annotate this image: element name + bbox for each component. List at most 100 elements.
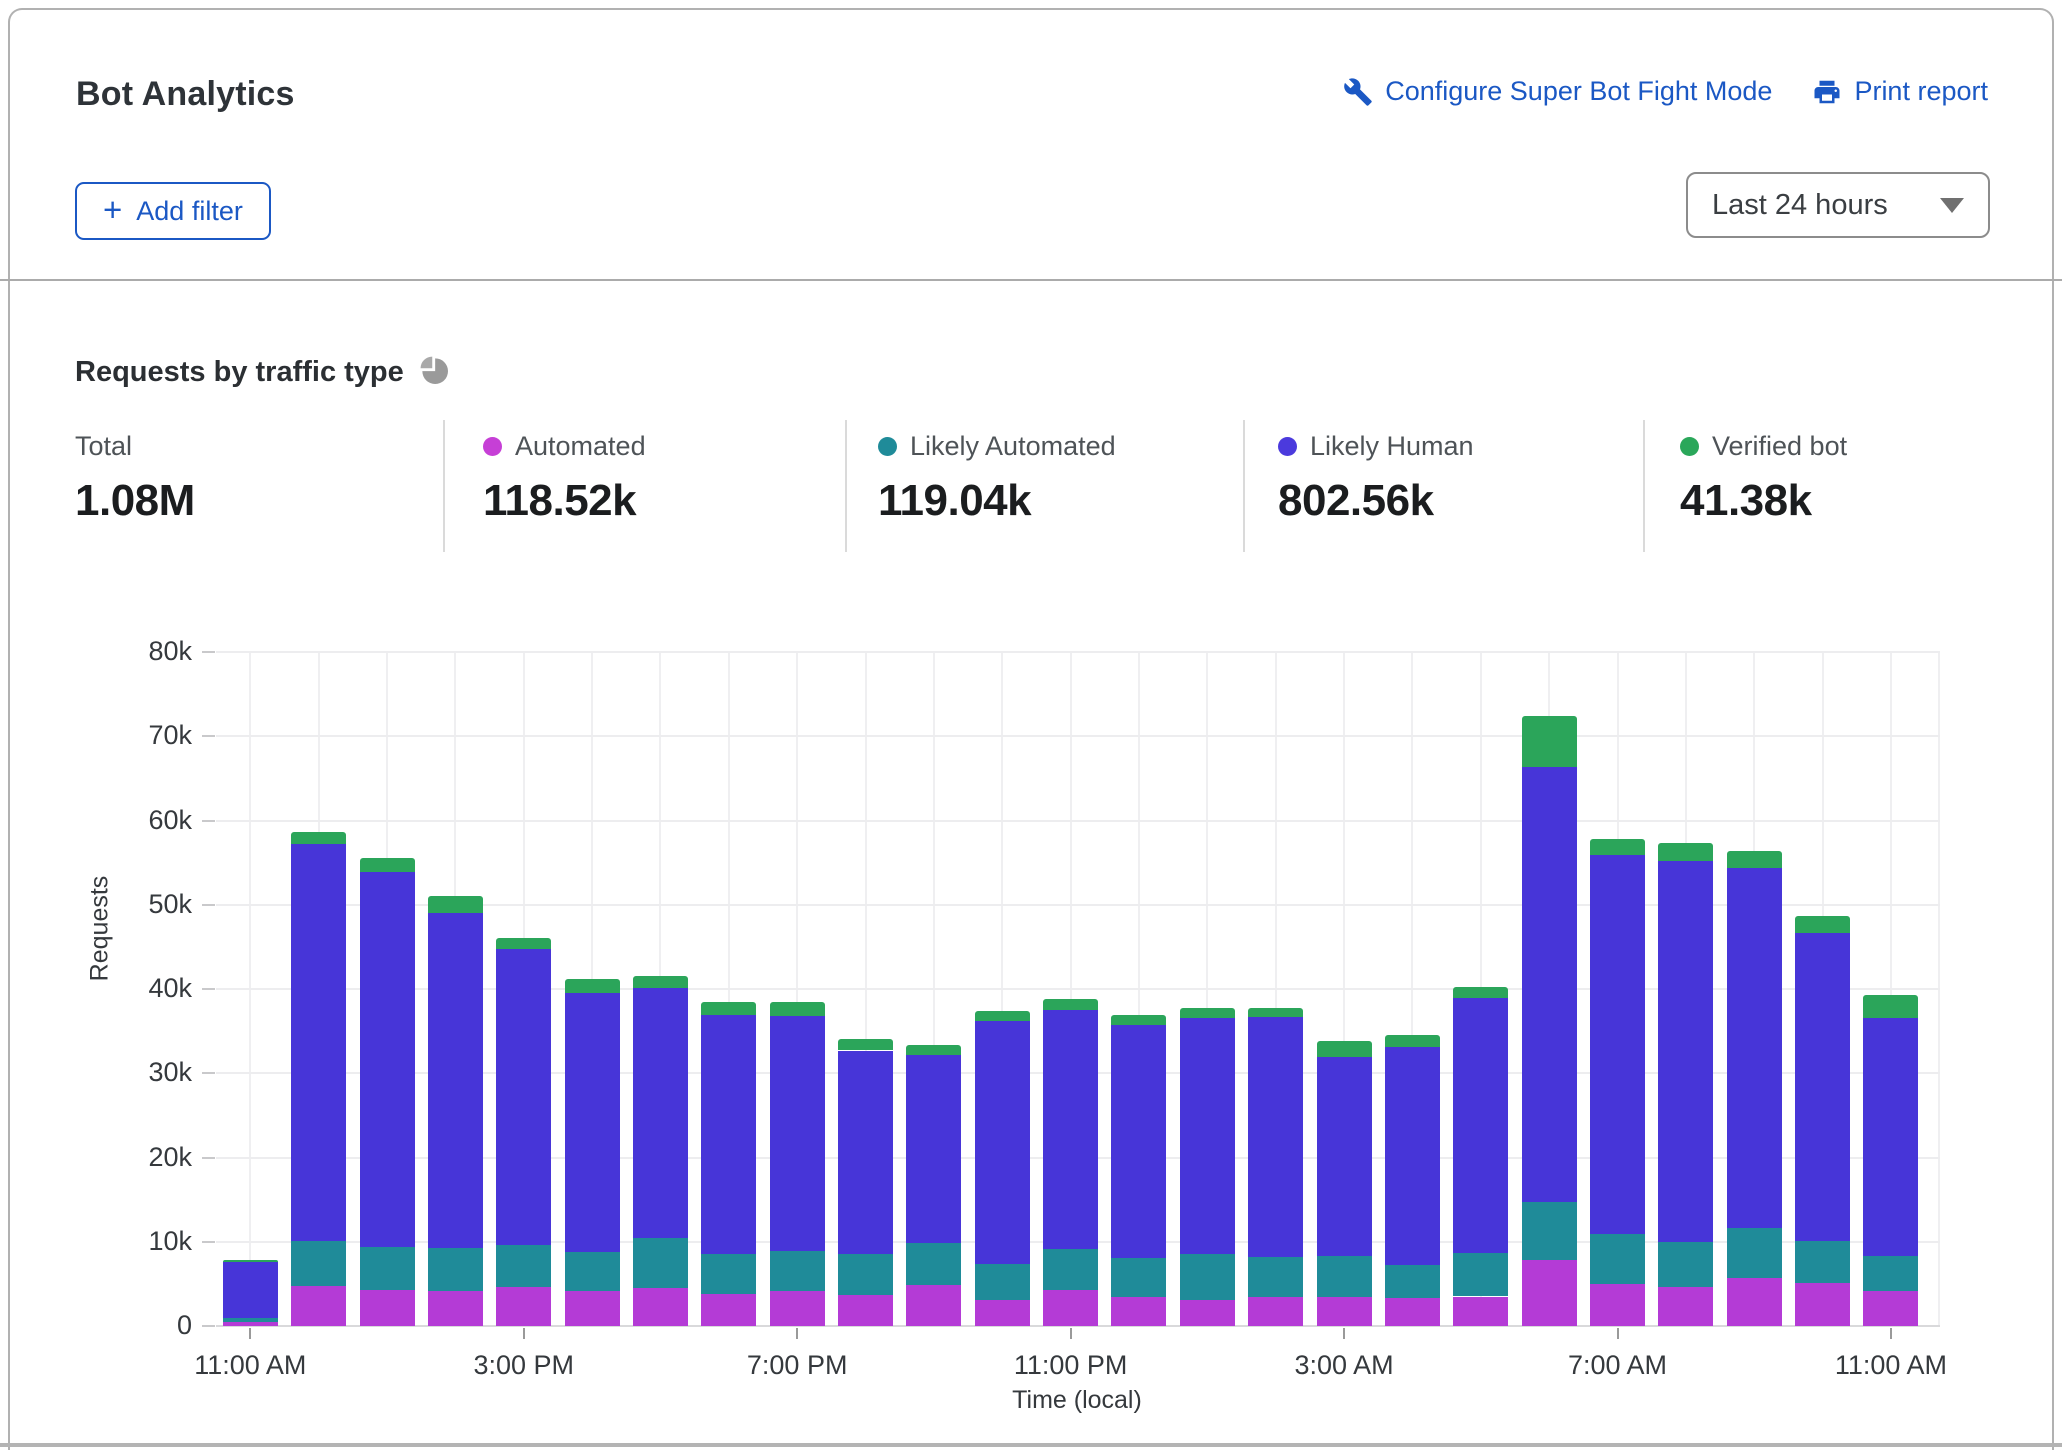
bar-segment-automated[interactable] xyxy=(1111,1297,1166,1326)
bar-segment-automated[interactable] xyxy=(565,1291,620,1326)
bar-segment-automated[interactable] xyxy=(1522,1260,1577,1326)
bar-segment-automated[interactable] xyxy=(1658,1287,1713,1326)
bar-segment-likely-human[interactable] xyxy=(770,1016,825,1251)
bar-segment-likely-human[interactable] xyxy=(223,1262,278,1318)
bar-segment-verified-bot[interactable] xyxy=(1863,995,1918,1018)
bar-segment-verified-bot[interactable] xyxy=(633,976,688,989)
bar-segment-automated[interactable] xyxy=(1248,1297,1303,1326)
bar-segment-likely-human[interactable] xyxy=(496,949,551,1245)
bar-segment-likely-automated[interactable] xyxy=(1590,1234,1645,1284)
bar-segment-likely-human[interactable] xyxy=(1658,861,1713,1242)
bar-segment-likely-human[interactable] xyxy=(1317,1057,1372,1256)
bar-segment-likely-human[interactable] xyxy=(633,988,688,1237)
bar-segment-verified-bot[interactable] xyxy=(496,938,551,950)
bar-segment-verified-bot[interactable] xyxy=(838,1039,893,1051)
bar-segment-likely-human[interactable] xyxy=(1180,1018,1235,1254)
bar-segment-verified-bot[interactable] xyxy=(1727,851,1782,868)
bar-segment-likely-automated[interactable] xyxy=(565,1252,620,1292)
bar-segment-likely-human[interactable] xyxy=(1043,1010,1098,1249)
bar-segment-likely-automated[interactable] xyxy=(1658,1242,1713,1287)
bar-segment-automated[interactable] xyxy=(1795,1283,1850,1326)
bar-segment-automated[interactable] xyxy=(1863,1291,1918,1326)
bar-segment-automated[interactable] xyxy=(770,1291,825,1326)
bar-segment-verified-bot[interactable] xyxy=(1043,999,1098,1010)
bar-segment-automated[interactable] xyxy=(906,1285,961,1326)
bar-segment-likely-automated[interactable] xyxy=(633,1238,688,1289)
bar-segment-likely-automated[interactable] xyxy=(1248,1257,1303,1297)
bar-segment-automated[interactable] xyxy=(838,1295,893,1326)
bar-segment-verified-bot[interactable] xyxy=(291,832,346,844)
bar-segment-automated[interactable] xyxy=(633,1288,688,1326)
bar-segment-verified-bot[interactable] xyxy=(1522,716,1577,767)
bar-segment-automated[interactable] xyxy=(496,1287,551,1326)
requests-chart[interactable]: 010k20k30k40k50k60k70k80k11:00 AM3:00 PM… xyxy=(0,0,2062,1450)
bar-segment-likely-human[interactable] xyxy=(1863,1018,1918,1256)
bar-segment-likely-automated[interactable] xyxy=(1317,1256,1372,1297)
bar-segment-verified-bot[interactable] xyxy=(428,896,483,913)
bar-segment-automated[interactable] xyxy=(428,1291,483,1326)
bar-segment-likely-automated[interactable] xyxy=(1180,1254,1235,1300)
bar-segment-verified-bot[interactable] xyxy=(1453,987,1508,998)
bar-segment-verified-bot[interactable] xyxy=(223,1260,278,1262)
bar-segment-verified-bot[interactable] xyxy=(770,1002,825,1016)
bar-segment-likely-automated[interactable] xyxy=(1522,1202,1577,1260)
bar-segment-likely-human[interactable] xyxy=(1590,855,1645,1234)
bar-segment-likely-automated[interactable] xyxy=(1111,1258,1166,1298)
bar-segment-likely-human[interactable] xyxy=(291,844,346,1241)
bar-segment-likely-human[interactable] xyxy=(906,1055,961,1243)
bar-segment-likely-automated[interactable] xyxy=(291,1241,346,1286)
bar-segment-likely-automated[interactable] xyxy=(1385,1265,1440,1298)
bar-segment-automated[interactable] xyxy=(1385,1298,1440,1326)
bar-segment-verified-bot[interactable] xyxy=(1180,1008,1235,1018)
bar-segment-automated[interactable] xyxy=(1590,1284,1645,1326)
bar-segment-likely-automated[interactable] xyxy=(701,1254,756,1294)
bar-segment-likely-automated[interactable] xyxy=(1727,1228,1782,1278)
bar-segment-likely-human[interactable] xyxy=(1248,1017,1303,1257)
bar-segment-verified-bot[interactable] xyxy=(1385,1035,1440,1047)
bar-segment-likely-automated[interactable] xyxy=(360,1247,415,1290)
bar-segment-likely-human[interactable] xyxy=(565,993,620,1252)
bar-segment-likely-automated[interactable] xyxy=(838,1254,893,1295)
bar-segment-verified-bot[interactable] xyxy=(360,858,415,872)
bar-segment-verified-bot[interactable] xyxy=(1111,1015,1166,1025)
bar-segment-verified-bot[interactable] xyxy=(1248,1008,1303,1017)
bar-segment-likely-human[interactable] xyxy=(428,913,483,1248)
bar-segment-likely-human[interactable] xyxy=(701,1015,756,1254)
bar-segment-likely-automated[interactable] xyxy=(906,1243,961,1285)
bar-segment-likely-automated[interactable] xyxy=(1863,1256,1918,1291)
bar-segment-verified-bot[interactable] xyxy=(701,1002,756,1015)
bar-segment-likely-human[interactable] xyxy=(1795,933,1850,1241)
bar-segment-likely-automated[interactable] xyxy=(975,1264,1030,1300)
bar-segment-likely-human[interactable] xyxy=(1453,998,1508,1252)
bar-segment-verified-bot[interactable] xyxy=(565,979,620,993)
bar-segment-likely-automated[interactable] xyxy=(428,1248,483,1290)
bar-segment-automated[interactable] xyxy=(1317,1297,1372,1326)
bar-segment-automated[interactable] xyxy=(1180,1300,1235,1326)
bar-segment-likely-automated[interactable] xyxy=(770,1251,825,1291)
bar-segment-likely-human[interactable] xyxy=(975,1021,1030,1264)
bar-segment-likely-human[interactable] xyxy=(1727,868,1782,1229)
bar-segment-verified-bot[interactable] xyxy=(906,1045,961,1054)
bar-segment-verified-bot[interactable] xyxy=(1590,839,1645,855)
bar-segment-automated[interactable] xyxy=(701,1294,756,1326)
bar-segment-verified-bot[interactable] xyxy=(1658,843,1713,861)
bar-segment-likely-human[interactable] xyxy=(360,872,415,1247)
bar-segment-automated[interactable] xyxy=(223,1322,278,1326)
bar-segment-automated[interactable] xyxy=(1043,1290,1098,1326)
bar-segment-automated[interactable] xyxy=(975,1300,1030,1326)
bar-segment-automated[interactable] xyxy=(360,1290,415,1326)
bar-segment-likely-automated[interactable] xyxy=(1795,1241,1850,1283)
bar-segment-likely-human[interactable] xyxy=(1522,767,1577,1202)
bar-segment-likely-automated[interactable] xyxy=(1043,1249,1098,1289)
bar-segment-likely-human[interactable] xyxy=(838,1051,893,1254)
bar-segment-verified-bot[interactable] xyxy=(1795,916,1850,934)
bar-segment-likely-automated[interactable] xyxy=(496,1245,551,1287)
bar-segment-likely-human[interactable] xyxy=(1385,1047,1440,1265)
bar-segment-likely-human[interactable] xyxy=(1111,1025,1166,1258)
bar-segment-automated[interactable] xyxy=(1727,1278,1782,1326)
bar-segment-likely-automated[interactable] xyxy=(1453,1253,1508,1297)
bar-segment-automated[interactable] xyxy=(1453,1297,1508,1326)
bar-segment-verified-bot[interactable] xyxy=(975,1011,1030,1021)
bar-segment-likely-automated[interactable] xyxy=(223,1318,278,1321)
bar-segment-automated[interactable] xyxy=(291,1286,346,1326)
